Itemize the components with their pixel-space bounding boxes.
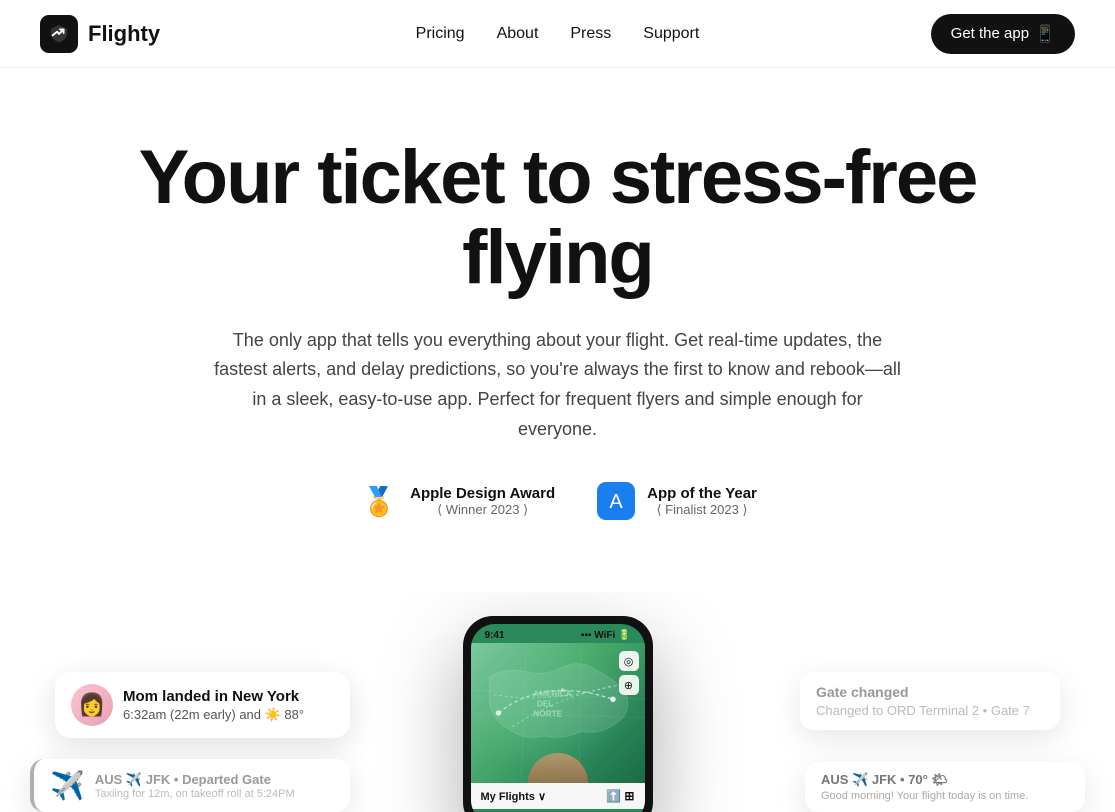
- app-logo-icon[interactable]: [40, 15, 78, 53]
- hand-graphic: [528, 753, 588, 783]
- design-award-subtitle: ⟨ Winner 2023 ⟩: [410, 502, 555, 518]
- app-year-icon: A: [595, 480, 637, 522]
- phone-frame: 9:41 ▪▪▪ WiFi 🔋: [463, 616, 653, 812]
- award-design: 🏅 Apple Design Award ⟨ Winner 2023 ⟩: [358, 480, 555, 522]
- aus-left-body: Taxiing for 12m, on takeoff roll at 5:24…: [95, 788, 295, 800]
- mom-avatar: 👩: [71, 684, 113, 726]
- gate-body: Changed to ORD Terminal 2 • Gate 7: [816, 703, 1044, 718]
- logo-text: Flighty: [88, 21, 160, 47]
- navbar-links: Pricing About Press Support: [416, 25, 700, 43]
- map-zoom-btn[interactable]: ⊕: [619, 675, 639, 695]
- hero-title: Your ticket to stress-free flying: [98, 138, 1018, 298]
- notif-mom-text: Mom landed in New York 6:32am (22m early…: [123, 688, 304, 723]
- gate-title: Gate changed: [816, 684, 1044, 700]
- phone-share-icons: ⬆️ ⊞: [606, 789, 634, 803]
- map-controls: ◎ ⊕: [619, 651, 639, 695]
- aus-right-body: Good morning! Your flight today is on ti…: [821, 790, 1069, 802]
- notification-aus-right: AUS ✈️ JFK • 70° 🌤 Good morning! Your fl…: [805, 762, 1085, 812]
- get-app-button[interactable]: Get the app 📱: [931, 14, 1075, 54]
- aus-right-title: AUS ✈️ JFK • 70° 🌤: [821, 772, 1069, 788]
- phone-time: 9:41: [485, 630, 505, 641]
- aus-left-title: AUS ✈️ JFK • Departed Gate: [95, 772, 295, 788]
- navbar-cta: Get the app 📱: [931, 14, 1075, 54]
- navbar: Flighty Pricing About Press Support Get …: [0, 0, 1115, 68]
- phone-signal: ▪▪▪ WiFi 🔋: [581, 630, 631, 641]
- phone-bottom-bar: My Flights ∨ ⬆️ ⊞: [471, 783, 645, 809]
- design-award-title: Apple Design Award: [410, 485, 555, 502]
- navbar-logo-group: Flighty: [40, 15, 160, 53]
- svg-text:A: A: [609, 491, 623, 513]
- get-app-label: Get the app: [951, 25, 1029, 42]
- app-year-text: App of the Year ⟨ Finalist 2023 ⟩: [647, 485, 757, 518]
- notif-mom-body: 6:32am (22m early) and ☀️ 88°: [123, 707, 304, 723]
- svg-text:NORTE: NORTE: [533, 710, 562, 719]
- phone-icon: 📱: [1035, 24, 1055, 44]
- award-app-year: A App of the Year ⟨ Finalist 2023 ⟩: [595, 480, 757, 522]
- notif-mom-title: Mom landed in New York: [123, 688, 304, 705]
- phone-bottom-label[interactable]: My Flights ∨: [481, 790, 547, 803]
- app-year-subtitle: ⟨ Finalist 2023 ⟩: [647, 502, 757, 518]
- design-award-icon: 🏅: [358, 480, 400, 522]
- nav-support[interactable]: Support: [643, 25, 699, 43]
- nav-pricing[interactable]: Pricing: [416, 25, 465, 43]
- svg-text:DEL: DEL: [536, 700, 552, 709]
- map-svg: AMERICA DEL NORTE: [471, 643, 645, 783]
- aus-left-icon: ✈️: [50, 769, 85, 802]
- hero-subtitle: The only app that tells you everything a…: [213, 326, 903, 445]
- app-year-title: App of the Year: [647, 485, 757, 502]
- nav-about[interactable]: About: [497, 25, 539, 43]
- svg-text:AMERICA: AMERICA: [533, 690, 571, 699]
- nav-press[interactable]: Press: [570, 25, 611, 43]
- mockup-section: 👩 Mom landed in New York 6:32am (22m ear…: [0, 592, 1115, 812]
- notification-mom: 👩 Mom landed in New York 6:32am (22m ear…: [55, 672, 350, 738]
- phone-status-bar: 9:41 ▪▪▪ WiFi 🔋: [471, 624, 645, 643]
- notification-aus-left: ✈️ AUS ✈️ JFK • Departed Gate Taxiing fo…: [30, 759, 350, 812]
- phone-mockup: 9:41 ▪▪▪ WiFi 🔋: [463, 616, 653, 812]
- awards-row: 🏅 Apple Design Award ⟨ Winner 2023 ⟩ A A…: [98, 480, 1018, 522]
- design-award-text: Apple Design Award ⟨ Winner 2023 ⟩: [410, 485, 555, 518]
- notification-gate: Gate changed Changed to ORD Terminal 2 •…: [800, 672, 1060, 730]
- phone-screen: 9:41 ▪▪▪ WiFi 🔋: [471, 624, 645, 812]
- aus-left-text: AUS ✈️ JFK • Departed Gate Taxiing for 1…: [95, 772, 295, 800]
- hero-section: Your ticket to stress-free flying The on…: [58, 68, 1058, 592]
- phone-map: AMERICA DEL NORTE ◎ ⊕: [471, 643, 645, 783]
- map-location-btn[interactable]: ◎: [619, 651, 639, 671]
